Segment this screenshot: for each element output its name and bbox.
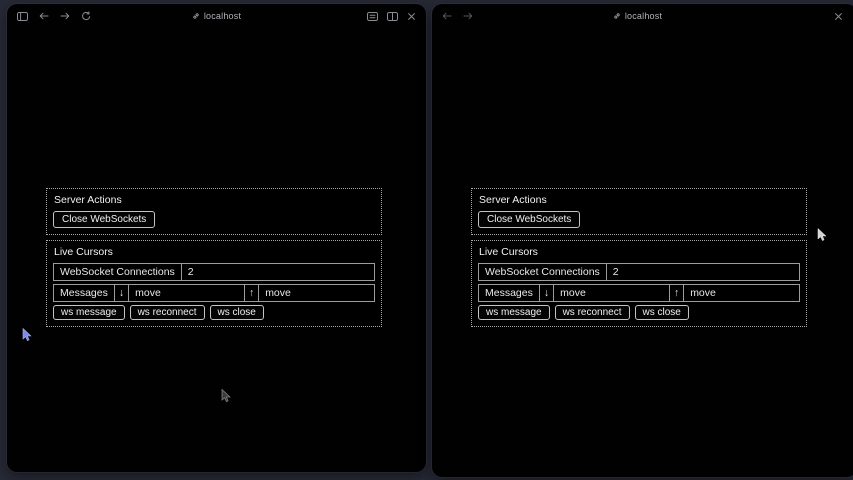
arrow-down-icon: ↓: [540, 285, 554, 301]
connections-value: 2: [182, 264, 374, 280]
ws-reconnect-button[interactable]: ws reconnect: [555, 305, 630, 320]
connections-label: WebSocket Connections: [54, 264, 182, 280]
page-content: Server Actions Close WebSockets Live Cur…: [46, 188, 382, 327]
arrow-up-icon: ↑: [670, 285, 684, 301]
last-sent-message: move: [259, 285, 374, 301]
desktop: { "desktop": { "background_color": "#272…: [0, 0, 853, 480]
server-actions-legend: Server Actions: [479, 194, 800, 206]
page-title: localhost: [204, 11, 241, 21]
last-received-message: move: [129, 285, 245, 301]
ws-message-button[interactable]: ws message: [478, 305, 550, 320]
connections-row: WebSocket Connections 2: [478, 263, 800, 281]
page-content: Server Actions Close WebSockets Live Cur…: [471, 188, 807, 327]
arrow-up-icon: ↑: [245, 285, 259, 301]
connections-label: WebSocket Connections: [479, 264, 607, 280]
close-websockets-button[interactable]: Close WebSockets: [478, 211, 580, 228]
last-sent-message: move: [684, 285, 799, 301]
split-view-icon[interactable]: [387, 12, 398, 21]
arrow-down-icon: ↓: [115, 285, 129, 301]
link-icon: [192, 12, 200, 20]
live-cursors-group: Live Cursors WebSocket Connections 2 Mes…: [46, 240, 382, 327]
ws-buttons-row: ws message ws reconnect ws close: [478, 305, 800, 320]
live-cursors-legend: Live Cursors: [54, 246, 375, 258]
close-icon[interactable]: [407, 12, 416, 21]
live-cursors-group: Live Cursors WebSocket Connections 2 Mes…: [471, 240, 807, 327]
page-title: localhost: [625, 11, 662, 21]
ws-message-button[interactable]: ws message: [53, 305, 125, 320]
connections-value: 2: [607, 264, 799, 280]
messages-label: Messages: [479, 285, 540, 301]
close-websockets-button[interactable]: Close WebSockets: [53, 211, 155, 228]
ws-close-button[interactable]: ws close: [210, 305, 264, 320]
messages-label: Messages: [54, 285, 115, 301]
last-received-message: move: [554, 285, 670, 301]
live-cursors-legend: Live Cursors: [479, 246, 800, 258]
close-icon[interactable]: [834, 12, 843, 21]
window-controls: [367, 4, 416, 28]
address-display[interactable]: localhost: [432, 4, 843, 28]
connections-row: WebSocket Connections 2: [53, 263, 375, 281]
browser-window-left: localhost Server Actions Close WebSocket…: [7, 4, 426, 472]
address-display[interactable]: localhost: [7, 4, 426, 28]
ws-reconnect-button[interactable]: ws reconnect: [130, 305, 205, 320]
server-actions-legend: Server Actions: [54, 194, 375, 206]
server-actions-group: Server Actions Close WebSockets: [471, 188, 807, 235]
messages-row: Messages ↓ move ↑ move: [478, 284, 800, 302]
titlebar[interactable]: localhost: [432, 4, 853, 28]
window-controls: [834, 4, 843, 28]
titlebar[interactable]: localhost: [7, 4, 426, 28]
ws-close-button[interactable]: ws close: [635, 305, 689, 320]
server-actions-group: Server Actions Close WebSockets: [46, 188, 382, 235]
link-icon: [613, 12, 621, 20]
ws-buttons-row: ws message ws reconnect ws close: [53, 305, 375, 320]
messages-row: Messages ↓ move ↑ move: [53, 284, 375, 302]
reader-panel-icon[interactable]: [367, 12, 378, 21]
browser-window-right: localhost Server Actions Close WebSocket…: [432, 4, 853, 477]
